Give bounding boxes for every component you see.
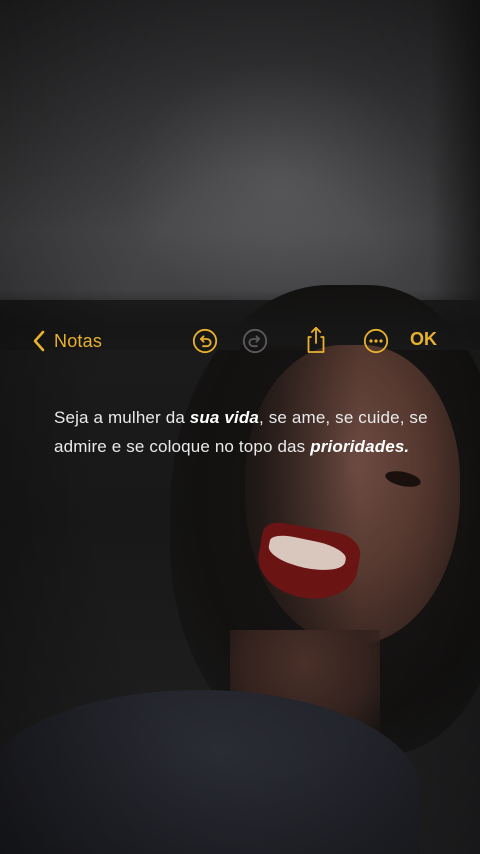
back-button-label: Notas: [54, 330, 103, 351]
note-text-emphasis: sua vida: [189, 408, 260, 427]
chevron-left-icon: [32, 330, 46, 352]
back-button[interactable]: Notas: [32, 326, 102, 356]
note-text-segment: Seja a mulher da: [54, 408, 190, 427]
note-text-emphasis: prioridades.: [310, 436, 410, 456]
redo-icon[interactable]: [242, 328, 268, 354]
more-options-icon[interactable]: [363, 328, 389, 354]
undo-icon[interactable]: [192, 328, 218, 354]
share-icon[interactable]: [303, 325, 329, 353]
ok-button[interactable]: OK: [410, 329, 437, 350]
notes-screen: Notas OK Seja a mulher da sua vida, se a…: [0, 0, 480, 854]
note-body[interactable]: Seja a mulher da sua vida, se ame, se cu…: [54, 404, 434, 461]
notes-toolbar: Notas OK: [0, 318, 480, 364]
